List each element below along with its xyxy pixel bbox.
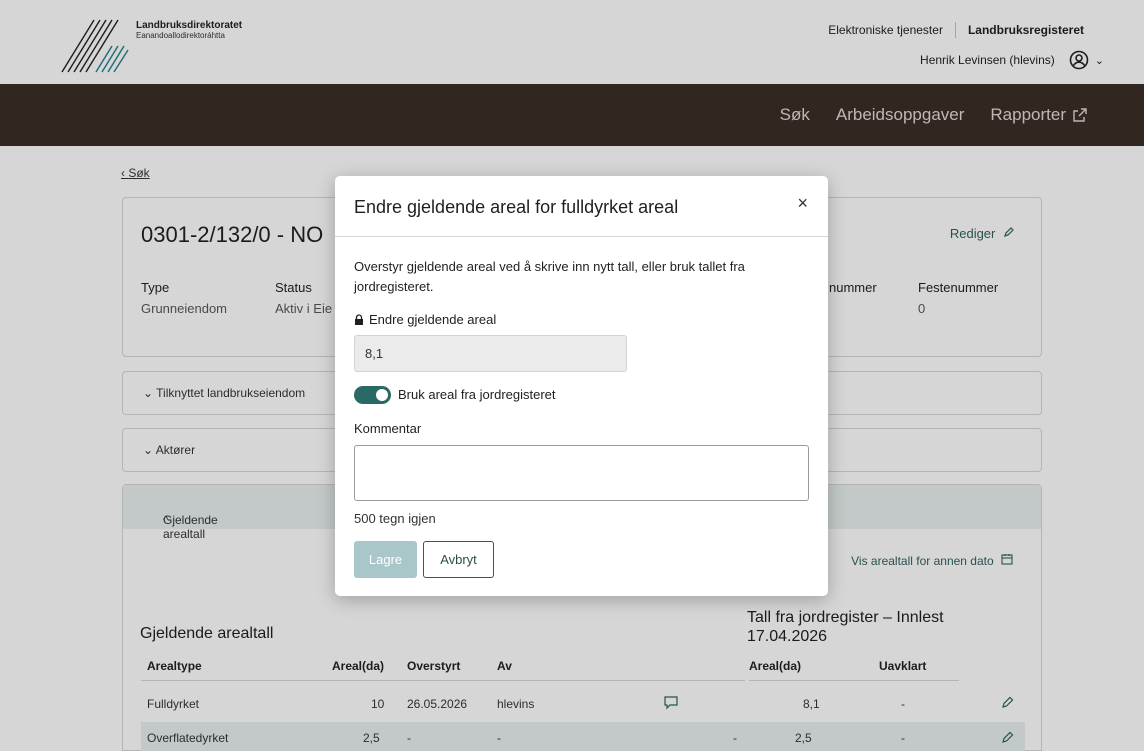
lock-icon bbox=[355, 314, 363, 325]
kommentar-textarea[interactable] bbox=[354, 445, 809, 501]
close-icon[interactable]: × bbox=[797, 193, 808, 214]
modal-intro: Overstyr gjeldende areal ved å skrive in… bbox=[354, 259, 745, 294]
kommentar-label: Kommentar bbox=[354, 421, 422, 436]
areal-field-label-text: Endre gjeldende areal bbox=[369, 312, 497, 327]
modal-header: Endre gjeldende areal for fulldyrket are… bbox=[335, 176, 828, 237]
edit-areal-modal: Endre gjeldende areal for fulldyrket are… bbox=[335, 176, 828, 596]
cancel-button[interactable]: Avbryt bbox=[423, 541, 494, 578]
modal-title: Endre gjeldende areal for fulldyrket are… bbox=[354, 197, 679, 217]
chars-remaining: 500 tegn igjen bbox=[354, 511, 436, 526]
toggle-knob bbox=[376, 389, 388, 401]
bruk-jordregister-toggle[interactable] bbox=[354, 386, 391, 404]
areal-field-label: Endre gjeldende areal bbox=[354, 312, 496, 327]
toggle-label: Bruk areal fra jordregisteret bbox=[398, 387, 556, 402]
save-button[interactable]: Lagre bbox=[354, 541, 417, 578]
areal-input[interactable]: 8,1 bbox=[354, 335, 627, 372]
